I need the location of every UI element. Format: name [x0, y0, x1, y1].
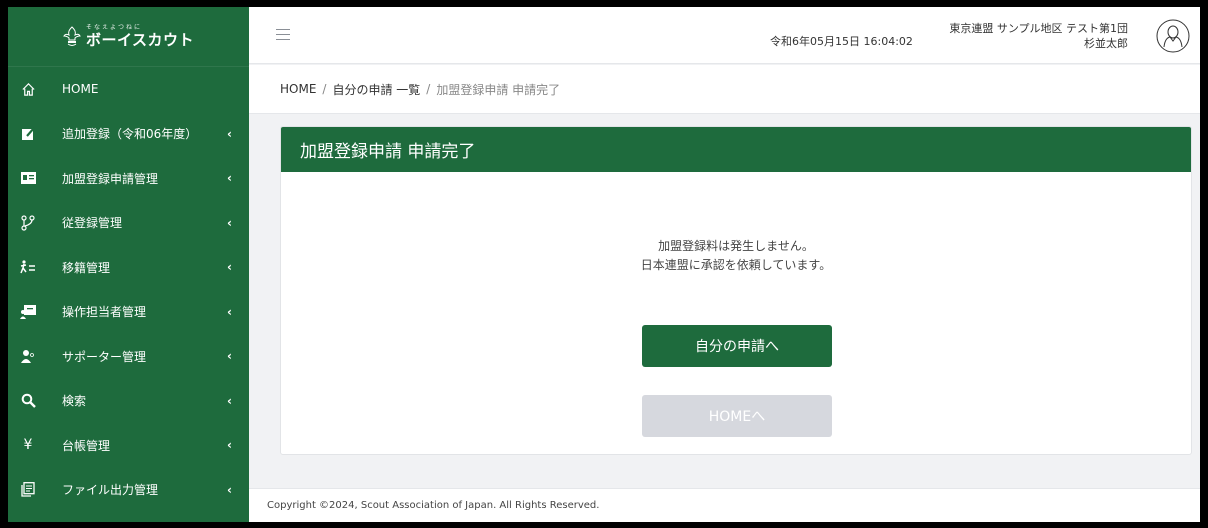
sidebar-item-label: ファイル出力管理	[62, 483, 159, 498]
message-line-fee: 加盟登録料は発生しません。	[658, 239, 814, 253]
top-header: 令和6年05月15日 16:04:02 東京連盟 サンプル地区 テスト第1団 杉…	[249, 7, 1200, 64]
supporter-icon	[19, 347, 37, 365]
logo-text: そなえよつねに ボーイスカウト	[86, 25, 194, 48]
breadcrumb-separator: /	[426, 82, 431, 96]
sidebar-item-file-export[interactable]: ファイル出力管理 ‹	[8, 468, 249, 513]
id-card-icon	[19, 169, 37, 187]
footer: Copyright ©2024, Scout Association of Ja…	[249, 488, 1200, 522]
sidebar-item-membership-application[interactable]: 加盟登録申請管理 ‹	[8, 156, 249, 201]
operator-icon	[19, 303, 37, 321]
chevron-left-icon: ‹	[227, 349, 232, 364]
branch-icon	[19, 214, 37, 232]
breadcrumb-home[interactable]: HOME	[280, 82, 316, 96]
sidebar-item-label: 台帳管理	[62, 438, 111, 453]
completion-message: 加盟登録料は発生しません。 日本連盟に承認を依頼しています。	[281, 237, 1191, 275]
chevron-left-icon: ‹	[227, 393, 232, 408]
user-organization: 東京連盟 サンプル地区 テスト第1団	[949, 22, 1128, 35]
breadcrumb: HOME / 自分の申請 一覧 / 加盟登録申請 申請完了	[249, 65, 1200, 114]
logo-title: ボーイスカウト	[85, 31, 195, 49]
sidebar-item-label: 従登録管理	[62, 216, 123, 231]
sidebar-item-home[interactable]: HOME	[8, 67, 249, 112]
sidebar-item-transfer[interactable]: 移籍管理 ‹	[8, 245, 249, 290]
transfer-icon	[19, 258, 37, 276]
logo-tagline: そなえよつねに	[85, 24, 142, 31]
sidebar-item-label: サポーター管理	[62, 349, 147, 364]
sidebar-item-additional-registration[interactable]: 追加登録（令和06年度） ‹	[8, 112, 249, 157]
home-button[interactable]: HOMEへ	[642, 395, 832, 437]
sidebar-item-supporters[interactable]: サポーター管理 ‹	[8, 334, 249, 379]
user-info: 東京連盟 サンプル地区 テスト第1団 杉並太郎	[949, 21, 1128, 51]
sidebar-item-label: 移籍管理	[62, 260, 111, 275]
breadcrumb-my-applications[interactable]: 自分の申請 一覧	[332, 81, 420, 98]
completion-card: 加盟登録申請 申請完了 加盟登録料は発生しません。 日本連盟に承認を依頼していま…	[280, 126, 1192, 455]
sidebar-item-search[interactable]: 検索 ‹	[8, 379, 249, 424]
app-window: そなえよつねに ボーイスカウト HOME 追加登録（令和06年度） ‹ 加盟登録…	[8, 7, 1200, 522]
page-title: 加盟登録申請 申請完了	[281, 127, 1191, 172]
edit-icon	[19, 125, 37, 143]
logo[interactable]: そなえよつねに ボーイスカウト	[8, 7, 249, 67]
file-export-icon	[19, 481, 37, 499]
current-datetime: 令和6年05月15日 16:04:02	[770, 35, 913, 48]
chevron-left-icon: ‹	[227, 482, 232, 497]
sidebar: そなえよつねに ボーイスカウト HOME 追加登録（令和06年度） ‹ 加盟登録…	[8, 7, 249, 522]
breadcrumb-separator: /	[322, 82, 327, 96]
message-line-approval: 日本連盟に承認を依頼しています。	[640, 258, 832, 272]
yen-icon: ¥	[23, 437, 33, 454]
copyright-text: Copyright ©2024, Scout Association of Ja…	[267, 500, 600, 511]
sidebar-item-label: 追加登録（令和06年度）	[62, 127, 198, 142]
sidebar-nav: HOME 追加登録（令和06年度） ‹ 加盟登録申請管理 ‹ 従登録管理 ‹ 移…	[8, 67, 249, 512]
sidebar-item-operators[interactable]: 操作担当者管理 ‹	[8, 290, 249, 335]
search-icon	[19, 392, 37, 410]
chevron-left-icon: ‹	[227, 215, 232, 230]
scout-emblem-icon	[63, 25, 81, 46]
user-name: 杉並太郎	[1084, 37, 1128, 50]
home-icon	[19, 80, 37, 98]
chevron-left-icon: ‹	[227, 438, 232, 453]
my-applications-button[interactable]: 自分の申請へ	[642, 325, 832, 367]
sidebar-item-label: HOME	[62, 82, 99, 97]
sidebar-item-ledger[interactable]: ¥ 台帳管理 ‹	[8, 423, 249, 468]
chevron-left-icon: ‹	[227, 260, 232, 275]
avatar-icon[interactable]	[1156, 19, 1190, 53]
sidebar-item-label: 検索	[62, 394, 87, 409]
sidebar-item-label: 操作担当者管理	[62, 305, 147, 320]
breadcrumb-current: 加盟登録申請 申請完了	[436, 82, 561, 97]
chevron-left-icon: ‹	[227, 171, 232, 186]
chevron-left-icon: ‹	[227, 304, 232, 319]
menu-toggle-icon[interactable]	[276, 29, 290, 40]
sidebar-item-sub-registration[interactable]: 従登録管理 ‹	[8, 201, 249, 246]
chevron-left-icon: ‹	[227, 126, 232, 141]
sidebar-item-label: 加盟登録申請管理	[62, 171, 159, 186]
